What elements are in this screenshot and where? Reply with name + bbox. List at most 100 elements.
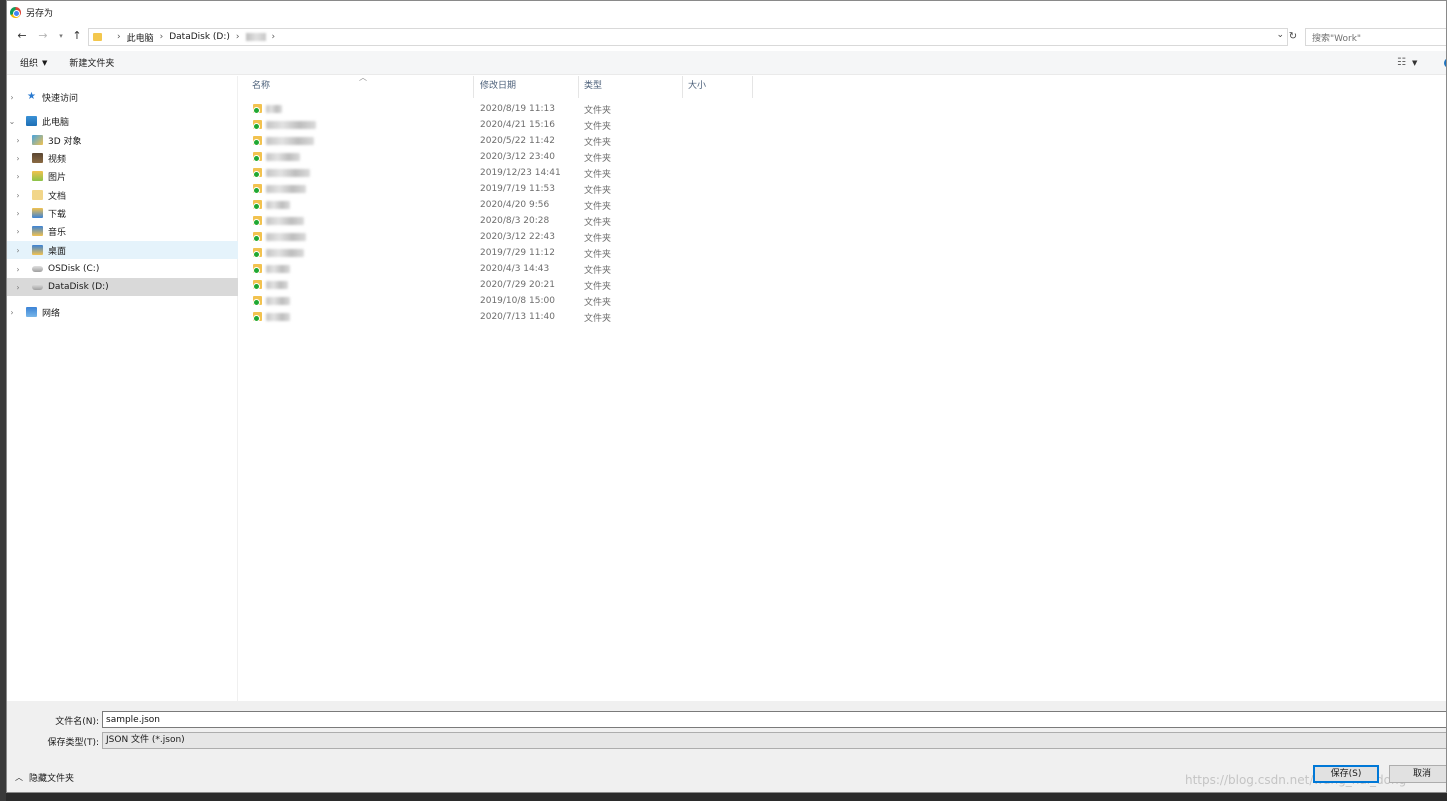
breadcrumb-this-pc[interactable]: 此电脑: [127, 31, 154, 44]
sidebar-item-videos[interactable]: › 视频: [7, 149, 238, 167]
file-row[interactable]: 2020/8/19 11:13 文件夹: [239, 101, 759, 117]
star-icon: ★: [27, 91, 36, 102]
file-row[interactable]: 2020/3/12 23:40 文件夹: [239, 149, 759, 165]
hide-folders-label: 隐藏文件夹: [29, 774, 75, 784]
organize-button[interactable]: 组织 ▼: [20, 56, 47, 70]
expand-chevron-icon[interactable]: ›: [13, 209, 23, 218]
file-type: 文件夹: [584, 169, 612, 180]
file-list: ︿ 名称 修改日期 类型 大小 2020/8/19 11:13 文件夹 2020/…: [239, 73, 1446, 701]
expand-chevron-icon[interactable]: ›: [7, 308, 17, 317]
column-header-size[interactable]: 大小: [683, 76, 753, 98]
filename-input[interactable]: [102, 711, 1446, 728]
file-type: 文件夹: [584, 297, 612, 308]
file-name-redacted: [266, 249, 304, 257]
synced-folder-icon: [253, 296, 262, 306]
column-header-date[interactable]: 修改日期: [475, 76, 579, 98]
file-row[interactable]: 2020/7/13 11:40 文件夹: [239, 309, 759, 325]
sidebar-item-this-pc[interactable]: ⌄ 此电脑: [7, 112, 238, 130]
file-row[interactable]: 2020/5/22 11:42 文件夹: [239, 133, 759, 149]
sidebar-item-label: 此电脑: [42, 117, 70, 128]
up-arrow-icon[interactable]: ↑: [70, 29, 84, 43]
file-date: 2020/8/19 11:13: [480, 104, 555, 114]
save-button[interactable]: 保存(S): [1313, 765, 1379, 783]
save-form-panel: 文件名(N): 保存类型(T): JSON 文件 (*.json) ︿ 隐藏文件…: [7, 701, 1446, 792]
recent-locations-chevron-icon[interactable]: ▾: [54, 29, 68, 43]
file-date: 2020/4/20 9:56: [480, 200, 550, 210]
file-row[interactable]: 2019/10/8 15:00 文件夹: [239, 293, 759, 309]
expand-chevron-icon[interactable]: ›: [13, 265, 23, 274]
file-name-redacted: [266, 153, 300, 161]
file-type: 文件夹: [584, 153, 612, 164]
change-view-button[interactable]: ☷ ▼: [1397, 57, 1417, 68]
file-row[interactable]: 2019/7/29 11:12 文件夹: [239, 245, 759, 261]
breadcrumb-redacted-folder[interactable]: [245, 33, 266, 41]
cancel-button[interactable]: 取消: [1389, 765, 1446, 783]
file-row[interactable]: 2020/4/3 14:43 文件夹: [239, 261, 759, 277]
file-row[interactable]: 2020/8/3 20:28 文件夹: [239, 213, 759, 229]
file-row[interactable]: 2020/7/29 20:21 文件夹: [239, 277, 759, 293]
column-header-type[interactable]: 类型: [579, 76, 683, 98]
collapse-chevron-icon[interactable]: ⌄: [7, 117, 17, 126]
sidebar-item-quick-access[interactable]: › ★ 快速访问: [7, 88, 238, 106]
sidebar-item-desktop[interactable]: › 桌面: [7, 241, 238, 259]
file-date: 2020/3/12 23:40: [480, 152, 555, 162]
breadcrumb-separator-icon[interactable]: ›: [272, 32, 276, 42]
synced-folder-icon: [253, 184, 262, 194]
breadcrumb-separator-icon[interactable]: ›: [236, 32, 240, 42]
expand-chevron-icon[interactable]: ›: [13, 154, 23, 163]
chrome-icon: [10, 6, 21, 18]
expand-chevron-icon[interactable]: ›: [13, 246, 23, 255]
sidebar-item-documents[interactable]: › 文档: [7, 186, 238, 204]
file-type: 文件夹: [584, 105, 612, 116]
file-row[interactable]: 2019/7/19 11:53 文件夹: [239, 181, 759, 197]
file-row[interactable]: 2019/12/23 14:41 文件夹: [239, 165, 759, 181]
new-folder-button[interactable]: 新建文件夹: [69, 56, 114, 69]
breadcrumb-datadisk[interactable]: DataDisk (D:): [169, 32, 230, 42]
file-type: 文件夹: [584, 217, 612, 228]
address-history-chevron-icon[interactable]: ⌄: [1276, 30, 1284, 40]
forward-arrow-icon[interactable]: →: [36, 29, 50, 43]
sidebar-item-network[interactable]: › 网络: [7, 303, 238, 321]
address-bar-row: ← → ▾ ↑ › 此电脑 › DataDisk (D:) › › ⌄ ↻ 搜索…: [7, 25, 1446, 49]
breadcrumb-separator-icon[interactable]: ›: [160, 32, 164, 42]
sidebar-item-3d-objects[interactable]: › 3D 对象: [7, 131, 238, 149]
back-arrow-icon[interactable]: ←: [15, 29, 29, 43]
column-header-name[interactable]: 名称: [247, 76, 474, 98]
filetype-select[interactable]: JSON 文件 (*.json): [102, 732, 1446, 749]
file-name-redacted: [266, 233, 306, 241]
search-input[interactable]: 搜索"Work": [1305, 28, 1446, 46]
file-date: 2020/4/21 15:16: [480, 120, 555, 130]
file-row[interactable]: 2020/4/20 9:56 文件夹: [239, 197, 759, 213]
file-name-redacted: [266, 105, 282, 113]
title-bar: 另存为: [7, 1, 1446, 23]
expand-chevron-icon[interactable]: ›: [13, 136, 23, 145]
sidebar-item-music[interactable]: › 音乐: [7, 222, 238, 240]
save-as-dialog: 另存为 ← → ▾ ↑ › 此电脑 › DataDisk (D:) › › ⌄ …: [6, 0, 1447, 793]
file-type: 文件夹: [584, 233, 612, 244]
expand-chevron-icon[interactable]: ›: [13, 172, 23, 181]
sidebar-item-downloads[interactable]: › 下载: [7, 204, 238, 222]
expand-chevron-icon[interactable]: ›: [13, 227, 23, 236]
file-type: 文件夹: [584, 313, 612, 324]
sidebar-item-label: 下载: [48, 209, 67, 220]
expand-chevron-icon[interactable]: ›: [13, 191, 23, 200]
details-view-icon: ☷: [1397, 57, 1406, 68]
sidebar-item-pictures[interactable]: › 图片: [7, 167, 238, 185]
breadcrumb-separator-icon[interactable]: ›: [117, 32, 121, 42]
address-box[interactable]: › 此电脑 › DataDisk (D:) › › ⌄: [88, 28, 1288, 46]
sidebar-item-datadisk[interactable]: › DataDisk (D:): [7, 278, 238, 296]
expand-chevron-icon[interactable]: ›: [7, 93, 17, 102]
file-name-redacted: [266, 313, 290, 321]
hide-folders-toggle[interactable]: ︿ 隐藏文件夹: [15, 771, 74, 784]
refresh-icon[interactable]: ↻: [1285, 29, 1301, 45]
file-type: 文件夹: [584, 201, 612, 212]
window-title: 另存为: [26, 8, 54, 19]
video-icon: [32, 153, 43, 163]
chevron-up-icon: ︿: [15, 773, 23, 782]
sidebar-item-osdisk[interactable]: › OSDisk (C:): [7, 260, 238, 278]
file-row[interactable]: 2020/4/21 15:16 文件夹: [239, 117, 759, 133]
chevron-down-icon: ▼: [1411, 58, 1418, 67]
expand-chevron-icon[interactable]: ›: [13, 283, 23, 292]
sidebar-item-label: 视频: [48, 154, 67, 165]
file-row[interactable]: 2020/3/12 22:43 文件夹: [239, 229, 759, 245]
